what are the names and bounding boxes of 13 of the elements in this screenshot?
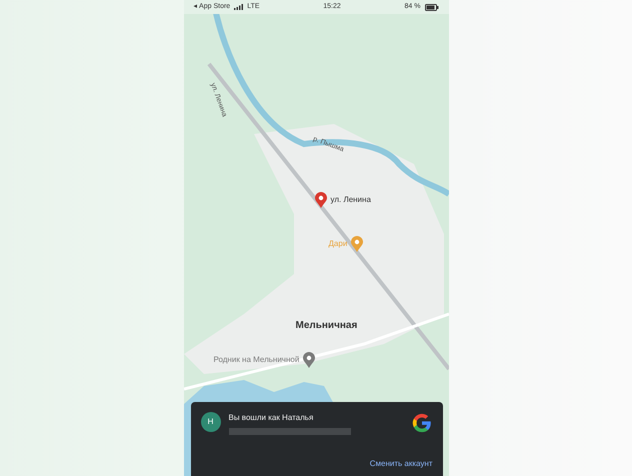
area-label: Мельничная <box>296 319 358 333</box>
avatar: Н <box>200 412 220 432</box>
map-pin-icon[interactable] <box>314 192 326 208</box>
toast-title: Вы вошли как Наталья <box>228 412 314 424</box>
place-label: ул. Ленина <box>330 194 371 206</box>
switch-account-link[interactable]: Сменить аккаунт <box>370 458 432 470</box>
map-pin-icon[interactable] <box>303 352 316 368</box>
place-label: Родник на Мельничной <box>214 354 300 366</box>
place-label: Дари <box>328 238 348 250</box>
google-logo-icon <box>410 412 432 434</box>
map-pin-icon[interactable] <box>351 236 364 252</box>
signal-icon <box>234 4 244 10</box>
battery-icon <box>424 4 438 10</box>
